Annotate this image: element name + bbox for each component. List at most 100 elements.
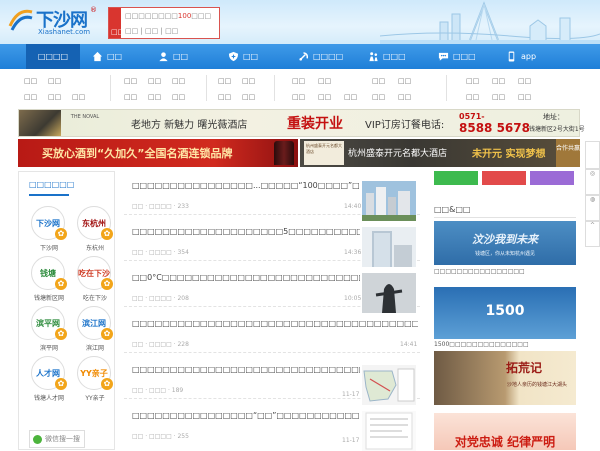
news-title[interactable]: □□□□□□□□□□□□□□□□...□□□□□“100□□□□”□□□□pic… [132, 181, 360, 190]
news-time: 10:05 [344, 295, 362, 302]
gear-icon: ✿ [101, 328, 113, 340]
subnav-link[interactable]: □□ [172, 93, 185, 101]
partner-tile[interactable]: 人才网 ✿ 钱塘人才网 [29, 356, 69, 404]
back-to-top-icon[interactable]: ^ [585, 221, 600, 247]
subnav-link[interactable]: □□ [492, 93, 505, 101]
news-title[interactable]: □□0°C□□□□□□□□□□□□□□□□□□□□□□□□□□□□□□□□□□ [132, 273, 360, 282]
partner-tile[interactable]: 东杭州 ✿ 东杭州 [75, 206, 115, 254]
subnav-divider [274, 75, 275, 101]
promo-caption[interactable]: 1500□□□□□□□□□□□□□□ [434, 341, 529, 348]
subnav-link[interactable]: □□ [518, 77, 531, 85]
hotel-banner-ad[interactable]: THE NOVAL 老地方 新魅力 曙光薇酒店 重装开业 VIP订房订餐电话: … [18, 109, 585, 137]
nav-item-shield[interactable]: □□ [222, 44, 264, 69]
subnav-link[interactable]: □□ [398, 93, 411, 101]
subnav-link[interactable]: □□ [318, 77, 331, 85]
partner-tile[interactable]: 吃在下沙 ✿ 吃在下沙 [75, 256, 115, 304]
login-side-tab[interactable]: □□ [109, 8, 124, 38]
subnav-link[interactable]: □□ [292, 77, 305, 85]
subnav-link[interactable]: □□ [218, 77, 231, 85]
partner-tile[interactable]: 滨江网 ✿ 滨江网 [75, 306, 115, 354]
login-links[interactable]: □□ | □□ | □□ [125, 27, 178, 35]
wechat-side-icon[interactable]: ◍ [585, 195, 600, 221]
subnav-link[interactable]: □□ [24, 93, 37, 101]
chat-icon [438, 52, 449, 61]
hotel-brand-logo: THE NOVAL [70, 114, 100, 120]
wechat-search-button[interactable]: 微信搜一搜 [29, 430, 85, 448]
subnav-link[interactable]: □□ [48, 77, 61, 85]
trademark-icon: ® [90, 6, 97, 14]
side-tab-top[interactable] [585, 141, 600, 169]
news-item[interactable]: □□□□□□□□□□□□□□□□□□□□□□□□□□□□□□□□□□□□□□□□… [124, 309, 420, 353]
partner-tile[interactable]: 滨平网 ✿ 滨平网 [29, 306, 69, 354]
news-title[interactable]: □□□□□□□□□□□□□□□□“□□”□□□□□□□□□□□□...□□□□□ [132, 411, 360, 420]
gear-icon: ✿ [55, 328, 67, 340]
news-item[interactable]: □□□□□□□□□□□□□□□□...□□□□□“100□□□□”□□□□pic… [124, 171, 420, 221]
gear-icon: ✿ [101, 228, 113, 240]
news-title[interactable]: □□□□□□□□□□□□□□□□□□□□5□□□□□□□□□□□□□□□□□□□ [132, 227, 360, 236]
news-item[interactable]: □□0°C□□□□□□□□□□□□□□□□□□□□□□□□□□□□□□□□□□ … [124, 263, 420, 313]
wechat-icon [33, 434, 42, 444]
partner-tile[interactable]: 下沙网 ✿ 下沙网 [29, 206, 69, 254]
subnav-link[interactable]: □□ [518, 93, 531, 101]
news-list: □□□□□□□□□□□□□□□□...□□□□□“100□□□□”□□□□pic… [124, 171, 420, 451]
subnav-link[interactable]: □□ [466, 93, 479, 101]
hotel-photo [19, 110, 61, 136]
subnav-link[interactable]: □□ [172, 77, 185, 85]
news-title[interactable]: □□□□□□□□□□□□□□□□□□□□□□□□□□□□□□□□□□□□ [132, 365, 360, 374]
weibo-icon[interactable]: ◎ [585, 169, 600, 195]
subnav-link[interactable]: □□ [372, 93, 385, 101]
logo-domain: Xiashanet.com [38, 28, 91, 36]
skyline-illustration [380, 1, 600, 44]
gear-icon: ✿ [55, 378, 67, 390]
promo-image-discipline[interactable]: 对党忠诚 纪律严明 [434, 413, 576, 450]
subnav-link[interactable]: □□ [24, 77, 37, 85]
red-button[interactable] [482, 171, 526, 185]
subnav-link[interactable]: □□ [72, 93, 85, 101]
sub-nav: □□ □□ □□ □□ □□ □□ □□ □□ □□ □□ □□ □□ □□ □… [0, 69, 600, 107]
subnav-link[interactable]: □□ [124, 93, 137, 101]
green-button[interactable] [434, 171, 478, 185]
subnav-link[interactable]: □□ [148, 93, 161, 101]
subnav-link[interactable]: □□ [148, 77, 161, 85]
kaiyuan-hotel-banner-ad[interactable]: 杭州盛泰开元名都大酒店 杭州盛泰开元名都大酒店 未开元 实现梦想 合作共赢 [300, 139, 580, 167]
nav-item-people[interactable]: □□□ [362, 44, 412, 69]
partner-tile[interactable]: 钱塘 ✿ 钱塘新区网 [29, 256, 69, 304]
subnav-link[interactable]: □□ [218, 93, 231, 101]
nav-item-chat[interactable]: □□□ [432, 44, 482, 69]
news-item[interactable]: □□□□□□□□□□□□□□□□“□□”□□□□□□□□□□□□...□□□□□… [124, 401, 420, 451]
subnav-link[interactable]: □□ [344, 93, 357, 101]
subnav-link[interactable]: □□ [398, 77, 411, 85]
nav-item-party[interactable]: □□□□ [292, 44, 349, 69]
site-logo[interactable]: 下沙网 Xiashanet.com ® [6, 4, 98, 38]
subnav-link[interactable]: □□ [242, 93, 255, 101]
subnav-link[interactable]: □□ [48, 93, 61, 101]
news-thumbnail [362, 227, 416, 267]
purple-button[interactable] [530, 171, 574, 185]
subnav-link[interactable]: □□ [466, 77, 479, 85]
nav-item-app[interactable]: app [500, 44, 542, 69]
subnav-link[interactable]: □□ [124, 77, 137, 85]
promo-image-pioneer[interactable]: 拓荒记 沙地人亲历的钱塘江大湖头 [434, 351, 576, 405]
promo-caption[interactable]: □□□□□□□□□□□□□□□□ [434, 268, 525, 275]
promo-image-future[interactable]: 汶沙我到未来 钱塘区，你从未知杭州遇见 [434, 221, 576, 265]
subnav-link[interactable]: □□ [242, 77, 255, 85]
partner-tile[interactable]: YY亲子 ✿ YY亲子 [75, 356, 115, 404]
subnav-link[interactable]: □□ [318, 93, 331, 101]
gear-icon: ✿ [55, 278, 67, 290]
liquor-banner-ad[interactable]: 买放心酒到“久加久”全国名酒连锁品牌 [18, 139, 298, 167]
logo-mark-icon [8, 9, 33, 31]
news-item[interactable]: □□□□□□□□□□□□□□□□□□□□5□□□□□□□□□□□□□□□□□□□… [124, 217, 420, 267]
news-meta: □□ · □□□□ · 228 [132, 341, 189, 348]
subnav-link[interactable]: □□ [292, 93, 305, 101]
news-thumbnail [362, 273, 416, 313]
news-item[interactable]: □□□□□□□□□□□□□□□□□□□□□□□□□□□□□□□□□□□□ □□ … [124, 355, 420, 405]
subnav-link[interactable]: □□ [492, 77, 505, 85]
nav-item-home-main[interactable]: □□□□ [26, 44, 80, 69]
shield-icon [228, 51, 239, 62]
news-title[interactable]: □□□□□□□□□□□□□□□□□□□□□□□□□□□□□□□□□□□□□□□□ [132, 319, 418, 328]
promo-image-1500[interactable]: 1500 [434, 287, 576, 339]
subnav-link[interactable]: □□ [372, 77, 385, 85]
ad-slogan: 老地方 新魅力 曙光薇酒店 [131, 120, 248, 131]
nav-item-home[interactable]: □□ [86, 44, 128, 69]
nav-item-user[interactable]: □□ [152, 44, 194, 69]
